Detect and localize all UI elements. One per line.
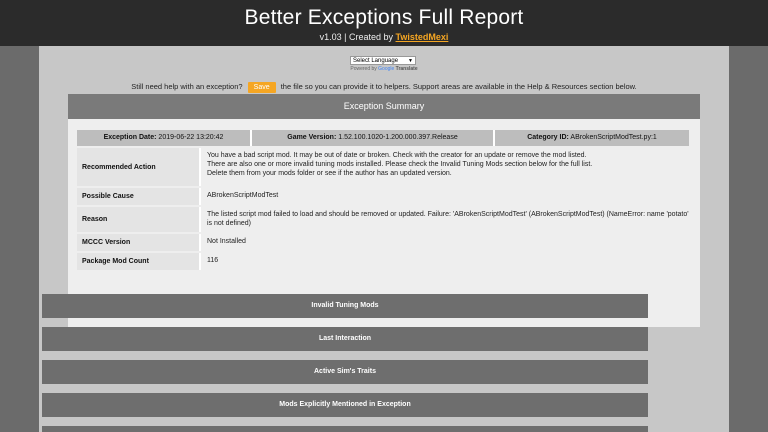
author-link[interactable]: TwistedMexi	[396, 32, 449, 42]
reason-value: The listed script mod failed to load and…	[201, 207, 689, 232]
exception-summary-title: Exception Summary	[68, 94, 700, 119]
possible-cause-label: Possible Cause	[77, 188, 199, 205]
recommended-action-line: You have a bad script mod. It may be out…	[207, 152, 587, 159]
category-id-cell: Category ID: ABrokenScriptModTest.py:1	[495, 130, 689, 146]
chevron-down-icon: ▼	[408, 58, 413, 64]
package-mod-count-label: Package Mod Count	[77, 253, 199, 270]
next-section-button[interactable]	[42, 426, 648, 432]
game-version-label: Game Version:	[287, 134, 337, 141]
help-message: Still need help with an exception? Save …	[39, 81, 729, 93]
last-interaction-section[interactable]: Last Interaction	[42, 327, 648, 351]
language-select[interactable]: Select Language ▼	[350, 56, 416, 65]
category-id-value: ABrokenScriptModTest.py:1	[570, 134, 657, 141]
exception-summary-panel: Exception Summary Exception Date: 2019-0…	[68, 94, 700, 327]
invalid-tuning-mods-section[interactable]: Invalid Tuning Mods	[42, 294, 648, 318]
possible-cause-value: ABrokenScriptModTest	[201, 188, 689, 205]
table-row: Possible Cause ABrokenScriptModTest	[77, 188, 689, 205]
active-sim-traits-section[interactable]: Active Sim's Traits	[42, 360, 648, 384]
translate-link[interactable]: Translate	[396, 66, 418, 72]
recommended-action-label: Recommended Action	[77, 148, 199, 186]
powered-by-label: Powered by	[350, 66, 377, 72]
recommended-action-value: You have a bad script mod. It may be out…	[201, 148, 689, 186]
package-mod-count-value: 116	[201, 253, 689, 270]
mods-mentioned-section[interactable]: Mods Explicitly Mentioned in Exception	[42, 393, 648, 417]
help-text-before: Still need help with an exception?	[131, 82, 243, 91]
reason-label: Reason	[77, 207, 199, 232]
recommended-action-line: There are also one or more invalid tunin…	[207, 161, 593, 168]
game-version-value: 1.52.100.1020-1.200.000.397.Release	[338, 134, 458, 141]
language-select-label: Select Language	[353, 58, 399, 64]
recommended-action-line: Delete them from your mods folder or see…	[207, 170, 452, 177]
version-text: v1.03 | Created by	[319, 32, 396, 42]
help-text-after: the file so you can provide it to helper…	[280, 82, 637, 91]
mccc-version-value: Not Installed	[201, 234, 689, 251]
summary-meta-row: Exception Date: 2019-06-22 13:20:42 Game…	[77, 130, 689, 146]
table-row: Recommended Action You have a bad script…	[77, 148, 689, 186]
game-version-cell: Game Version: 1.52.100.1020-1.200.000.39…	[252, 130, 493, 146]
summary-details-table: Recommended Action You have a bad script…	[77, 148, 689, 272]
powered-by-google: Powered by Google Translate	[350, 66, 418, 72]
google-translate-widget: Select Language ▼ Powered by Google Tran…	[350, 56, 418, 72]
table-row: Package Mod Count 116	[77, 253, 689, 270]
save-button[interactable]: Save	[247, 81, 276, 93]
google-logo: Google	[378, 66, 395, 72]
header-subtitle: v1.03 | Created by TwistedMexi	[0, 31, 768, 43]
page-title: Better Exceptions Full Report	[244, 6, 524, 29]
exception-date-value: 2019-06-22 13:20:42	[158, 134, 224, 141]
mccc-version-label: MCCC Version	[77, 234, 199, 251]
table-row: Reason The listed script mod failed to l…	[77, 207, 689, 232]
page-header: Better Exceptions Full Report v1.03 | Cr…	[0, 0, 768, 46]
exception-date-label: Exception Date:	[103, 134, 157, 141]
exception-date-cell: Exception Date: 2019-06-22 13:20:42	[77, 130, 250, 146]
category-id-label: Category ID:	[527, 134, 569, 141]
table-row: MCCC Version Not Installed	[77, 234, 689, 251]
